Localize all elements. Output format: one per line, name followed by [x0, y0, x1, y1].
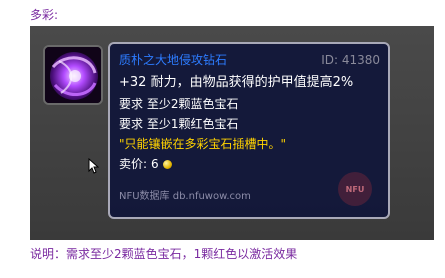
- gold-coin-icon: [162, 160, 172, 169]
- item-tooltip: 质朴之大地侵攻钻石 ID: 41380 +32 耐力，由物品获得的护甲值提高2%…: [108, 42, 390, 219]
- socket-quote: "只能镶嵌在多彩宝石插槽中。": [119, 137, 287, 151]
- item-id: ID: 41380: [321, 53, 380, 67]
- sell-price: 卖价: 6: [119, 156, 172, 173]
- section-label: 多彩:: [30, 8, 59, 22]
- nfu-watermark: NFU: [338, 172, 372, 206]
- requirement-blue: 要求 至少2颗蓝色宝石: [119, 97, 239, 111]
- caption-text: 说明：需求至少2颗蓝色宝石，1颗红色以激活效果: [30, 247, 298, 261]
- source-text: NFU数据库 db.nfuwow.com: [119, 191, 251, 202]
- stat-line: +32 耐力，由物品获得的护甲值提高2%: [119, 75, 354, 90]
- sell-label: 卖价:: [119, 157, 148, 171]
- purple-gem-icon[interactable]: [43, 45, 103, 105]
- item-name: 质朴之大地侵攻钻石: [119, 53, 228, 67]
- mouse-cursor-icon: [88, 157, 100, 174]
- sell-value: 6: [151, 157, 159, 171]
- requirement-red: 要求 至少1颗红色宝石: [119, 117, 239, 131]
